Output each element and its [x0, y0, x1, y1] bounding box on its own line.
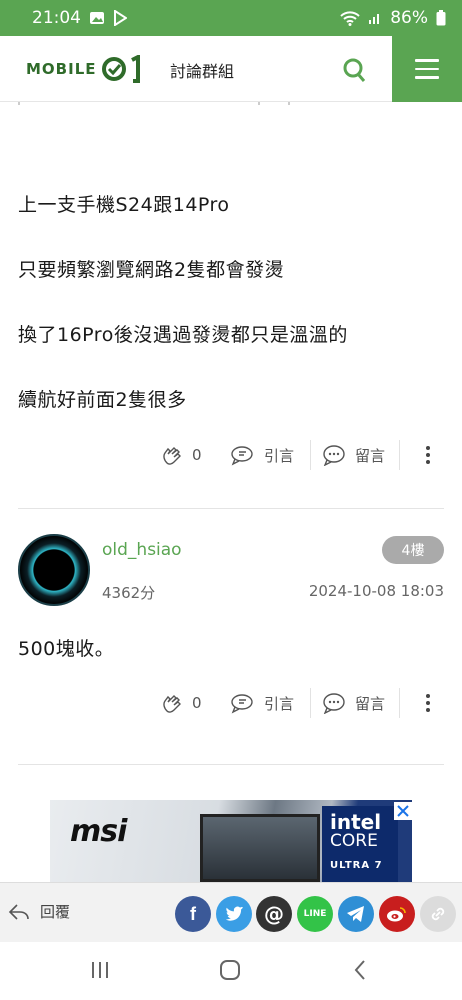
post-text-line: 續航好前面2隻很多	[18, 389, 187, 411]
comment-label: 留言	[355, 694, 386, 713]
like-count: 0	[192, 446, 202, 464]
reply-button[interactable]: 回覆	[8, 901, 70, 922]
system-navigation-bar	[0, 942, 462, 1000]
weibo-share-button[interactable]	[379, 896, 415, 932]
logo-text: MOBILE	[26, 60, 97, 78]
quote-label: 引言	[264, 694, 295, 713]
back-icon[interactable]	[354, 960, 365, 980]
ad-close-button[interactable]	[394, 802, 412, 820]
more-options-icon[interactable]	[426, 446, 430, 464]
post-action-bar: 0 引言 留言	[160, 440, 450, 470]
twitter-share-button[interactable]	[216, 896, 252, 932]
post-text-line: 只要頻繁瀏覽網路2隻都會發燙	[18, 259, 285, 281]
logo-01-icon	[101, 55, 140, 83]
action-divider	[310, 688, 311, 718]
wifi-icon	[340, 10, 360, 26]
floor-badge[interactable]: 4樓	[382, 536, 444, 564]
battery-icon	[436, 10, 446, 26]
recent-apps-icon[interactable]	[92, 962, 108, 978]
menu-line-icon	[415, 67, 439, 71]
close-icon	[397, 805, 409, 817]
scrolled-content-edge	[18, 102, 290, 105]
reply-text: 500塊收。	[18, 638, 115, 660]
post-divider	[18, 764, 444, 765]
ad-brand-logo: msi	[70, 814, 127, 849]
search-icon	[343, 58, 366, 82]
telegram-icon	[347, 906, 364, 922]
intel-line1: intel	[330, 810, 382, 834]
hamburger-menu-button[interactable]	[392, 36, 462, 102]
intel-line2: CORE	[330, 831, 378, 851]
gallery-notification-icon	[89, 11, 105, 25]
facebook-share-button[interactable]: f	[175, 896, 211, 932]
reply-action-bar: 0 引言 留言	[160, 688, 450, 718]
menu-line-icon	[415, 59, 439, 62]
menu-line-icon	[415, 76, 439, 79]
copy-link-button[interactable]	[420, 896, 456, 932]
avatar[interactable]	[18, 534, 90, 606]
app-header: MOBILE 討論群組	[0, 36, 462, 102]
comment-button[interactable]: 留言	[321, 444, 399, 466]
more-options-icon[interactable]	[426, 694, 430, 712]
clap-icon	[163, 695, 181, 713]
reply-label: 回覆	[40, 903, 71, 921]
post-divider	[18, 508, 444, 509]
post-timestamp: 2024-10-08 18:03	[308, 582, 444, 600]
clap-icon	[163, 447, 181, 465]
intel-line3: ULTRA 7	[330, 860, 383, 871]
reply-arrow-icon	[8, 903, 29, 920]
status-time: 21:04	[32, 8, 81, 28]
link-icon	[431, 907, 445, 921]
action-divider	[399, 440, 400, 470]
line-icon: LINE	[303, 909, 327, 919]
intel-badge: intel CORE ULTRA 7	[322, 806, 398, 882]
action-divider	[399, 688, 400, 718]
bottom-share-bar: 回覆 f @ LINE	[0, 882, 462, 942]
quote-icon	[231, 694, 253, 714]
quote-label: 引言	[264, 446, 295, 465]
comment-icon	[323, 445, 345, 466]
action-divider	[310, 440, 311, 470]
status-bar: 21:04 86%	[0, 0, 462, 36]
like-button[interactable]: 0	[160, 691, 230, 715]
play-store-notification-icon	[113, 10, 127, 26]
like-count: 0	[192, 694, 202, 712]
mobile01-logo[interactable]: MOBILE	[26, 54, 147, 84]
threads-share-button[interactable]: @	[256, 896, 292, 932]
post-text-line: 上一支手機S24跟14Pro	[18, 194, 230, 216]
like-button[interactable]: 0	[160, 443, 230, 467]
username-link[interactable]: old_hsiao	[102, 540, 182, 560]
battery-percent: 86%	[390, 8, 428, 28]
telegram-share-button[interactable]	[338, 896, 374, 932]
user-points: 4362分	[102, 584, 156, 602]
twitter-bird-icon	[225, 906, 243, 921]
section-title[interactable]: 討論群組	[170, 58, 234, 82]
threads-icon: @	[264, 902, 284, 926]
post-text-line: 換了16Pro後沒遇過發燙都只是溫溫的	[18, 324, 348, 346]
comment-button[interactable]: 留言	[321, 692, 399, 714]
quote-button[interactable]: 引言	[230, 444, 310, 466]
ad-banner[interactable]: msi intel CORE ULTRA 7	[50, 800, 412, 882]
signal-icon	[368, 11, 382, 25]
weibo-icon	[387, 907, 406, 922]
quote-icon	[231, 446, 253, 466]
search-button[interactable]	[340, 56, 368, 84]
comment-label: 留言	[355, 446, 386, 465]
quote-button[interactable]: 引言	[230, 692, 310, 714]
line-share-button[interactable]: LINE	[297, 896, 333, 932]
ad-monitor-image	[200, 814, 320, 882]
comment-icon	[323, 693, 345, 714]
facebook-icon: f	[190, 903, 196, 924]
home-icon[interactable]	[220, 960, 240, 980]
